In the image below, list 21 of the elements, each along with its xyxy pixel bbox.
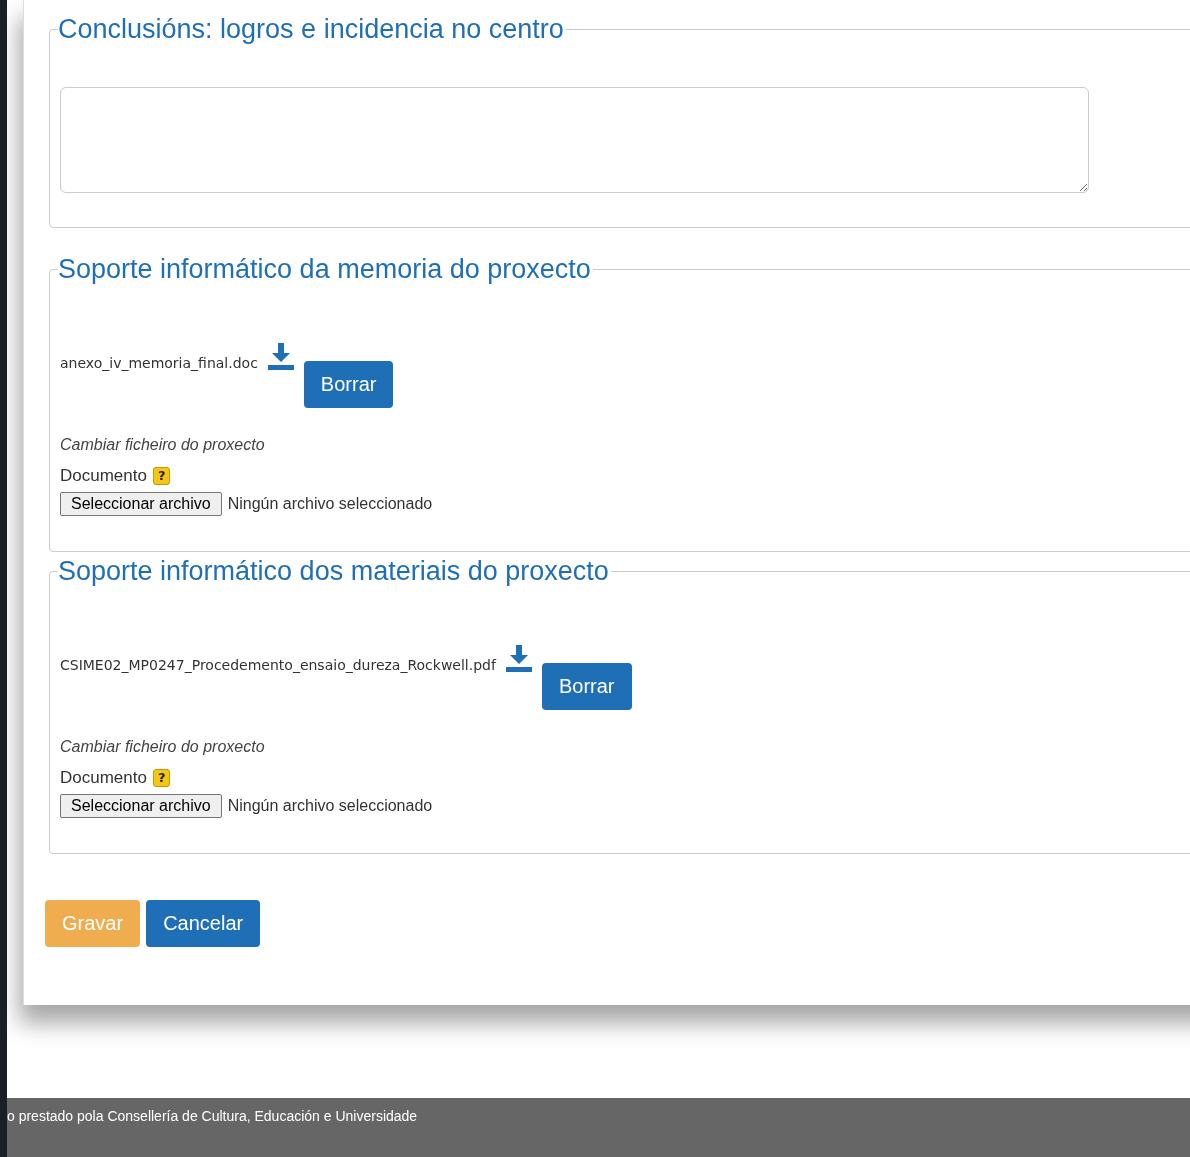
choose-file-button[interactable]: Seleccionar archivo bbox=[60, 492, 222, 516]
file-status: Ningún archivo seleccionado bbox=[227, 495, 433, 513]
choose-file-button[interactable]: Seleccionar archivo bbox=[60, 794, 222, 818]
change-file-label: Cambiar ficheiro do proxecto bbox=[60, 436, 266, 454]
section-title: Soporte informático dos materiais do proxecto bbox=[58, 556, 610, 587]
footer-text: o prestado pola Consellería de Cultura, Educación e Universidade bbox=[7, 1108, 419, 1124]
help-badge[interactable]: ? bbox=[152, 467, 171, 485]
file-status: Ningún archivo seleccionado bbox=[227, 797, 433, 815]
download-icon[interactable] bbox=[267, 343, 294, 371]
section-title: Conclusións: logros e incidencia no centro bbox=[58, 14, 565, 45]
delete-button[interactable]: Borrar bbox=[303, 361, 394, 408]
file-name: anexo_iv_memoria_final.doc bbox=[60, 355, 258, 371]
field-label: Documento bbox=[60, 768, 147, 788]
help-badge[interactable]: ? bbox=[152, 769, 171, 787]
section-title: Soporte informático da memoria do proxecto bbox=[58, 254, 592, 285]
file-name: CSIME02_MP0247_Procedemento_ensaio_dureza_Rockwell.pdf bbox=[60, 657, 496, 673]
change-file-label: Cambiar ficheiro do proxecto bbox=[60, 738, 266, 756]
delete-button[interactable]: Borrar bbox=[541, 663, 632, 710]
cancel-button[interactable]: Cancelar bbox=[146, 900, 261, 947]
field-label: Documento bbox=[60, 466, 147, 486]
download-icon[interactable] bbox=[505, 645, 532, 673]
